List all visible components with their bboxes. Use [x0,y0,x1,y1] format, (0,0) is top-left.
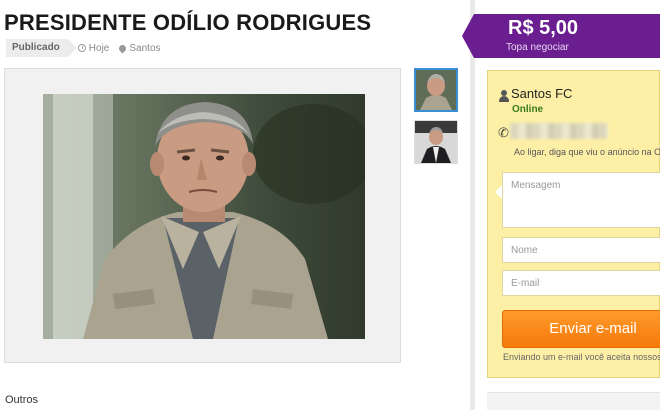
listing-date: Hoje [77,42,110,54]
main-photo-image [43,94,365,339]
price-negotiable-note: Topa negociar [506,42,569,53]
email-field[interactable]: E-mail [502,270,660,296]
phone-note: Ao ligar, diga que viu o anúncio na O [514,147,660,157]
listing-date-text: Hoje [88,42,110,54]
thumbnail-2[interactable] [414,120,458,164]
main-photo[interactable] [43,94,365,339]
listing-meta: Publicado Hoje Santos [6,39,161,57]
main-photo-frame [4,68,401,363]
clock-icon [77,44,86,52]
message-field[interactable]: Mensagem [502,172,660,228]
secondary-panel [487,392,660,410]
thumbnail-1[interactable] [414,68,458,112]
contact-box: Santos FC Online ✆ Ao ligar, diga que vi… [487,70,660,378]
send-email-button[interactable]: Enviar e-mail [502,310,660,348]
thumbnail-1-image [416,70,456,110]
column-divider [470,0,475,410]
price-value: R$ 5,00 [508,17,579,39]
location-pin-icon [117,43,128,53]
user-icon [499,90,509,102]
listing-category: Outros [5,394,39,406]
listing-title: PRESIDENTE ODÍLIO RODRIGUES [4,10,372,35]
name-field[interactable]: Nome [502,237,660,263]
thumbnail-2-image [415,121,457,163]
seller-online-status: Online [512,104,544,115]
status-badge: Publicado [6,39,77,57]
phone-number-blurred[interactable] [510,123,608,139]
legal-note: Enviando um e-mail você aceita nossos [503,352,660,362]
listing-location-text: Santos [129,42,161,54]
phone-icon: ✆ [498,125,509,140]
price-tag: R$ 5,00 Topa negociar [462,14,660,58]
seller-name[interactable]: Santos FC [511,86,572,101]
listing-location: Santos [117,42,161,54]
